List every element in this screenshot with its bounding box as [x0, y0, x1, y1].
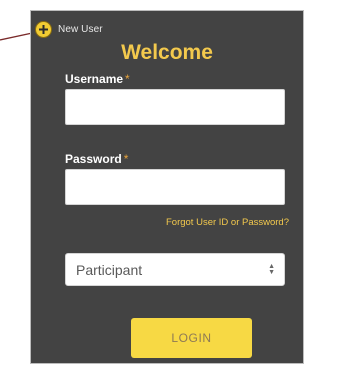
- password-label-text: Password: [65, 152, 122, 166]
- new-user-link[interactable]: New User: [35, 21, 103, 38]
- password-input[interactable]: [65, 169, 285, 205]
- role-select[interactable]: Participant ▲ ▼: [65, 253, 285, 286]
- username-label-text: Username: [65, 72, 124, 86]
- new-user-label: New User: [58, 24, 103, 35]
- forgot-credentials-link[interactable]: Forgot User ID or Password?: [166, 217, 289, 228]
- username-input[interactable]: [65, 89, 285, 125]
- updown-arrows-icon: ▲ ▼: [268, 262, 275, 276]
- login-panel: New User Welcome Username * Password * For…: [30, 10, 304, 364]
- role-select-value: Participant: [76, 261, 143, 278]
- password-label: Password *: [65, 152, 128, 166]
- page-title: Welcome: [121, 41, 213, 64]
- username-label: Username *: [65, 72, 130, 86]
- plus-circle-icon[interactable]: [35, 21, 52, 38]
- login-button[interactable]: LOGIN: [131, 318, 252, 358]
- username-required-mark: *: [125, 72, 130, 86]
- password-required-mark: *: [123, 152, 129, 166]
